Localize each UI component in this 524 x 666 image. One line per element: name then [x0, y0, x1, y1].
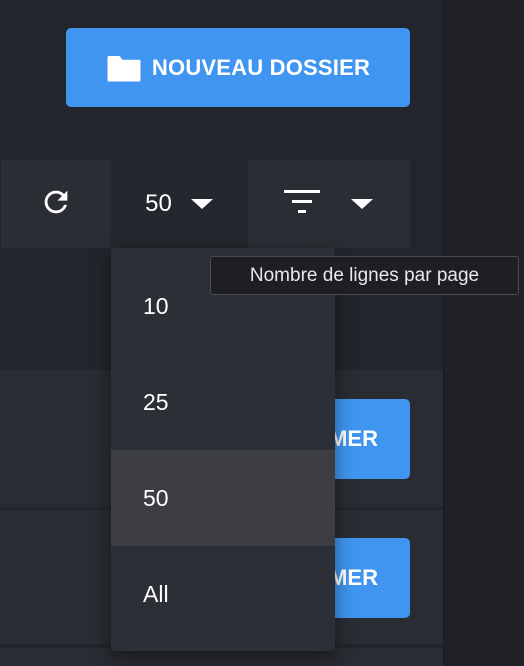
menu-item-label: All — [143, 580, 169, 607]
menu-item-50[interactable]: 50 — [111, 450, 335, 546]
refresh-button[interactable] — [1, 160, 111, 248]
rows-per-page-tooltip: Nombre de lignes par page — [210, 256, 519, 295]
row-action-label: MER — [329, 565, 378, 590]
caret-down-icon — [190, 198, 214, 210]
menu-item-label: 10 — [143, 292, 169, 319]
rows-per-page-value: 50 — [145, 190, 172, 217]
tooltip-text: Nombre de lignes par page — [249, 264, 480, 286]
new-folder-button[interactable]: NOUVEAU DOSSIER — [66, 28, 410, 107]
right-side-panel — [443, 0, 524, 666]
rows-per-page-menu: 10 25 50 All — [111, 248, 335, 651]
caret-down-icon — [350, 198, 374, 210]
menu-item-all[interactable]: All — [111, 546, 335, 642]
menu-item-25[interactable]: 25 — [111, 354, 335, 450]
refresh-icon — [39, 185, 73, 224]
folder-icon — [106, 53, 142, 83]
row-action-label: MER — [329, 426, 378, 451]
filter-icon — [284, 188, 320, 221]
new-folder-label: NOUVEAU DOSSIER — [151, 54, 371, 80]
rows-per-page-select[interactable]: 50 — [111, 160, 248, 248]
menu-item-label: 50 — [143, 484, 169, 511]
menu-item-label: 25 — [143, 388, 169, 415]
filter-button[interactable] — [248, 160, 410, 248]
table-toolbar: 50 — [1, 160, 410, 248]
app-root: NOUVEAU DOSSIER 50 MER MER 10 25 50 All … — [0, 0, 524, 666]
